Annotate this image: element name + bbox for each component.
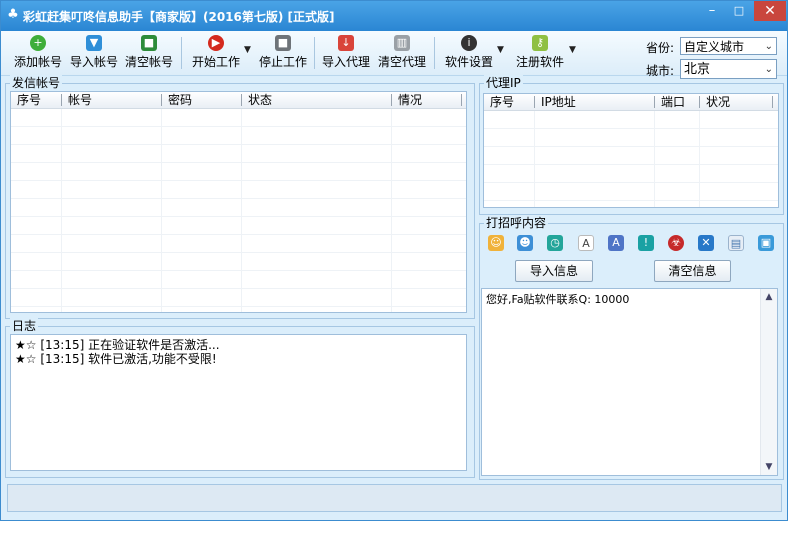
start-work-dropdown-icon[interactable]: ▼	[244, 45, 251, 55]
province-label: 省份:	[646, 41, 675, 55]
start-work-button[interactable]: ▶ 开始工作	[189, 35, 243, 71]
col-situation[interactable]: 情况	[398, 93, 422, 107]
clear-info-button[interactable]: 清空信息	[654, 260, 731, 282]
col-index[interactable]: 序号	[490, 95, 514, 109]
toolbar-separator	[181, 37, 182, 69]
col-index[interactable]: 序号	[17, 93, 41, 107]
proxy-table-header: 序号 IP地址 端口 状况	[484, 94, 778, 111]
accounts-table-header: 序号 帐号 密码 状态 情况	[11, 92, 466, 109]
play-icon: ▶	[208, 35, 224, 51]
biohazard-icon[interactable]: ☣	[668, 235, 684, 251]
chevron-down-icon: ⌄	[764, 41, 773, 52]
key-icon: ⚷	[532, 35, 548, 51]
greeting-scrollbar[interactable]: ▲ ▼	[760, 289, 777, 475]
register-button[interactable]: ⚷ 注册软件	[513, 35, 567, 71]
settings-button[interactable]: i 软件设置	[442, 35, 496, 71]
document-icon[interactable]: ▤	[728, 235, 744, 251]
import-proxy-button[interactable]: ↓ 导入代理	[319, 35, 373, 71]
proxy-title: 代理IP	[484, 75, 523, 91]
log-line: ★☆ [13:15] 正在验证软件是否激活...	[15, 338, 220, 352]
add-icon: +	[30, 35, 46, 51]
font-bold-icon[interactable]: A	[608, 235, 624, 251]
greeting-textarea[interactable]: 您好,Fa贴软件联系Q: 10000 ▲ ▼	[481, 288, 778, 476]
import-account-button[interactable]: ▼ 导入帐号	[67, 35, 121, 71]
stop-icon: ■	[275, 35, 291, 51]
col-ip[interactable]: IP地址	[541, 95, 576, 109]
greeting-text: 您好,Fa贴软件联系Q: 10000	[486, 293, 630, 306]
accounts-title: 发信帐号	[10, 75, 63, 91]
close-button[interactable]: ✕	[754, 1, 786, 21]
toolbar-separator	[314, 37, 315, 69]
info-icon: i	[461, 35, 477, 51]
import-proxy-icon: ↓	[338, 35, 354, 51]
trash-icon: ▥	[394, 35, 410, 51]
city-select[interactable]: 北京 ⌄	[680, 59, 777, 79]
province-select[interactable]: 自定义城市 ⌄	[680, 37, 777, 55]
scroll-down-icon[interactable]: ▼	[761, 459, 777, 475]
toolbar-separator	[434, 37, 435, 69]
image-icon[interactable]: ▣	[758, 235, 774, 251]
font-icon[interactable]: A	[578, 235, 594, 251]
col-password[interactable]: 密码	[168, 93, 192, 107]
import-info-button[interactable]: 导入信息	[515, 260, 593, 282]
contact-icon[interactable]: ☻	[517, 235, 533, 251]
clear-proxy-button[interactable]: ▥ 清空代理	[375, 35, 429, 71]
log-line: ★☆ [13:15] 软件已激活,功能不受限!	[15, 352, 217, 366]
window-title: 彩虹赶集叮咚信息助手【商家版】(2016第七版) [正式版]	[23, 10, 335, 24]
user-icon[interactable]: ☺	[488, 235, 504, 251]
chevron-down-icon: ⌄	[764, 64, 773, 75]
accounts-table[interactable]: 序号 帐号 密码 状态 情况	[10, 91, 467, 313]
stop-work-button[interactable]: ■ 停止工作	[256, 35, 310, 71]
col-port[interactable]: 端口	[661, 95, 685, 109]
proxy-table[interactable]: 序号 IP地址 端口 状况	[483, 93, 779, 208]
maximize-button[interactable]: □	[724, 1, 754, 21]
app-logo-icon: ♣	[7, 7, 19, 22]
alert-icon[interactable]: !	[638, 235, 654, 251]
add-account-button[interactable]: + 添加帐号	[11, 35, 65, 71]
settings-dropdown-icon[interactable]: ▼	[497, 45, 504, 55]
trash-icon: ■	[141, 35, 157, 51]
col-account[interactable]: 帐号	[68, 93, 92, 107]
col-state[interactable]: 状况	[706, 95, 730, 109]
col-status[interactable]: 状态	[248, 93, 272, 107]
toolbar: + 添加帐号 ▼ 导入帐号 ■ 清空帐号 ▶ 开始工作 ▼ ■ 停止工作 ↓ 导…	[1, 31, 787, 79]
log-panel[interactable]: ★☆ [13:15] 正在验证软件是否激活... ★☆ [13:15] 软件已激…	[10, 334, 467, 471]
log-title: 日志	[10, 318, 39, 334]
delete-icon[interactable]: ✕	[698, 235, 714, 251]
import-icon: ▼	[86, 35, 102, 51]
scroll-up-icon[interactable]: ▲	[761, 289, 777, 305]
alarm-icon[interactable]: ◷	[547, 235, 563, 251]
minimize-button[interactable]: –	[697, 1, 727, 21]
register-dropdown-icon[interactable]: ▼	[569, 45, 576, 55]
clear-account-button[interactable]: ■ 清空帐号	[122, 35, 176, 71]
city-label: 城市:	[646, 64, 675, 78]
greeting-title: 打招呼内容	[484, 215, 549, 231]
title-bar[interactable]: ♣ 彩虹赶集叮咚信息助手【商家版】(2016第七版) [正式版] – □ ✕	[1, 1, 787, 31]
status-bar	[7, 484, 782, 512]
main-window: ♣ 彩虹赶集叮咚信息助手【商家版】(2016第七版) [正式版] – □ ✕ +…	[0, 0, 788, 521]
